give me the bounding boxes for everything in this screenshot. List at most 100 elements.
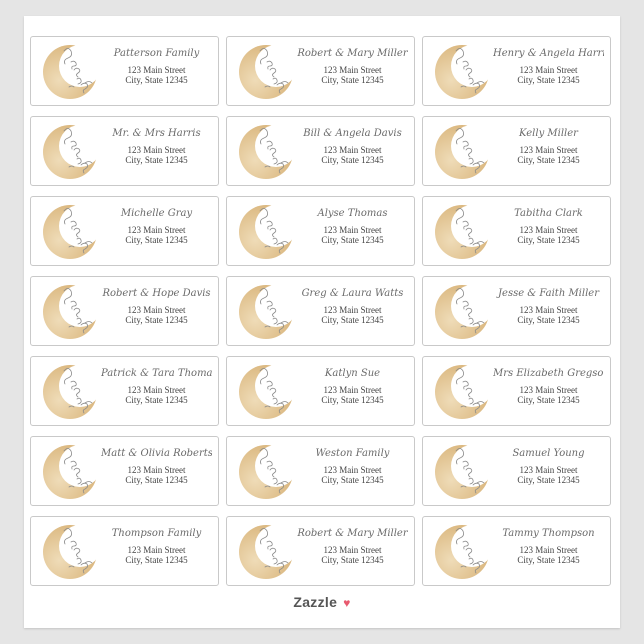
street-address: 123 Main Street [323,545,382,555]
street-address: 123 Main Street [127,385,186,395]
crescent-moon-icon [435,125,489,179]
crescent-moon-icon [435,205,489,259]
recipient-name: Matt & Olivia Robertson [101,448,212,459]
city-state-zip: City, State 12345 [321,555,384,565]
crescent-moon-icon [43,365,97,419]
street-address: 123 Main Street [127,305,186,315]
address-label[interactable]: Robert & Mary Miller 123 Main Street Cit… [226,516,415,586]
city-state-zip: City, State 12345 [321,75,384,85]
address-label[interactable]: Patterson Family 123 Main Street City, S… [30,36,219,106]
address-label[interactable]: Kelly Miller 123 Main Street City, State… [422,116,611,186]
label-text: Matt & Olivia Robertson 123 Main Street … [101,447,212,485]
label-text: Weston Family 123 Main Street City, Stat… [297,447,408,485]
street-address: 123 Main Street [127,65,186,75]
label-text: Tammy Thompson 123 Main Street City, Sta… [493,527,604,565]
recipient-name: Samuel Young [512,448,585,459]
recipient-name: Henry & Angela Harris [493,48,604,59]
recipient-name: Bill & Angela Davis [303,128,402,139]
address-label[interactable]: Jesse & Faith Miller 123 Main Street Cit… [422,276,611,346]
city-state-zip: City, State 12345 [125,395,188,405]
address-label[interactable]: Patrick & Tara Thomas 123 Main Street Ci… [30,356,219,426]
label-text: Katlyn Sue 123 Main Street City, State 1… [297,367,408,405]
crescent-moon-icon [435,525,489,579]
city-state-zip: City, State 12345 [125,75,188,85]
label-text: Patrick & Tara Thomas 123 Main Street Ci… [101,367,212,405]
street-address: 123 Main Street [519,465,578,475]
crescent-moon-icon [435,365,489,419]
city-state-zip: City, State 12345 [517,75,580,85]
heart-icon[interactable]: ♥ [343,596,350,610]
address-label[interactable]: Bill & Angela Davis 123 Main Street City… [226,116,415,186]
street-address: 123 Main Street [519,225,578,235]
label-grid: Patterson Family 123 Main Street City, S… [30,36,611,586]
street-address: 123 Main Street [127,225,186,235]
crescent-moon-icon [43,205,97,259]
crescent-moon-icon [239,525,293,579]
label-text: Thompson Family 123 Main Street City, St… [101,527,212,565]
recipient-name: Patrick & Tara Thomas [101,368,212,379]
city-state-zip: City, State 12345 [517,235,580,245]
crescent-moon-icon [43,525,97,579]
address-label[interactable]: Katlyn Sue 123 Main Street City, State 1… [226,356,415,426]
city-state-zip: City, State 12345 [321,155,384,165]
address-label[interactable]: Thompson Family 123 Main Street City, St… [30,516,219,586]
address-label[interactable]: Robert & Mary Miller 123 Main Street Cit… [226,36,415,106]
address-label[interactable]: Greg & Laura Watts 123 Main Street City,… [226,276,415,346]
city-state-zip: City, State 12345 [125,155,188,165]
label-text: Robert & Hope Davis 123 Main Street City… [101,287,212,325]
label-text: Bill & Angela Davis 123 Main Street City… [297,127,408,165]
street-address: 123 Main Street [323,145,382,155]
recipient-name: Jesse & Faith Miller [498,288,599,299]
recipient-name: Alyse Thomas [317,208,388,219]
street-address: 123 Main Street [519,305,578,315]
label-text: Henry & Angela Harris 123 Main Street Ci… [493,47,604,85]
city-state-zip: City, State 12345 [517,475,580,485]
label-text: Patterson Family 123 Main Street City, S… [101,47,212,85]
address-label[interactable]: Weston Family 123 Main Street City, Stat… [226,436,415,506]
recipient-name: Tammy Thompson [502,528,595,539]
label-text: Michelle Gray 123 Main Street City, Stat… [101,207,212,245]
address-label[interactable]: Samuel Young 123 Main Street City, State… [422,436,611,506]
crescent-moon-icon [43,45,97,99]
street-address: 123 Main Street [323,385,382,395]
recipient-name: Mr. & Mrs Harris [112,128,201,139]
label-text: Samuel Young 123 Main Street City, State… [493,447,604,485]
crescent-moon-icon [435,285,489,339]
city-state-zip: City, State 12345 [321,235,384,245]
label-text: Greg & Laura Watts 123 Main Street City,… [297,287,408,325]
address-label[interactable]: Robert & Hope Davis 123 Main Street City… [30,276,219,346]
label-text: Mr. & Mrs Harris 123 Main Street City, S… [101,127,212,165]
address-label[interactable]: Tabitha Clark 123 Main Street City, Stat… [422,196,611,266]
address-label[interactable]: Michelle Gray 123 Main Street City, Stat… [30,196,219,266]
label-text: Tabitha Clark 123 Main Street City, Stat… [493,207,604,245]
address-label[interactable]: Matt & Olivia Robertson 123 Main Street … [30,436,219,506]
zazzle-logo[interactable]: Zazzle [293,594,337,610]
footer: Zazzle ♥ [24,594,620,610]
city-state-zip: City, State 12345 [321,315,384,325]
city-state-zip: City, State 12345 [517,155,580,165]
crescent-moon-icon [43,445,97,499]
address-label[interactable]: Henry & Angela Harris 123 Main Street Ci… [422,36,611,106]
crescent-moon-icon [43,285,97,339]
street-address: 123 Main Street [127,145,186,155]
city-state-zip: City, State 12345 [125,475,188,485]
crescent-moon-icon [239,125,293,179]
address-label[interactable]: Alyse Thomas 123 Main Street City, State… [226,196,415,266]
street-address: 123 Main Street [519,385,578,395]
street-address: 123 Main Street [323,65,382,75]
label-text: Mrs Elizabeth Gregson 123 Main Street Ci… [493,367,604,405]
address-label[interactable]: Mrs Elizabeth Gregson 123 Main Street Ci… [422,356,611,426]
city-state-zip: City, State 12345 [125,235,188,245]
recipient-name: Weston Family [315,448,390,459]
crescent-moon-icon [239,45,293,99]
recipient-name: Michelle Gray [120,208,193,219]
street-address: 123 Main Street [519,145,578,155]
street-address: 123 Main Street [519,65,578,75]
crescent-moon-icon [43,125,97,179]
recipient-name: Thompson Family [111,528,202,539]
recipient-name: Kelly Miller [519,128,578,139]
label-text: Kelly Miller 123 Main Street City, State… [493,127,604,165]
address-label[interactable]: Mr. & Mrs Harris 123 Main Street City, S… [30,116,219,186]
recipient-name: Greg & Laura Watts [301,288,404,299]
address-label[interactable]: Tammy Thompson 123 Main Street City, Sta… [422,516,611,586]
